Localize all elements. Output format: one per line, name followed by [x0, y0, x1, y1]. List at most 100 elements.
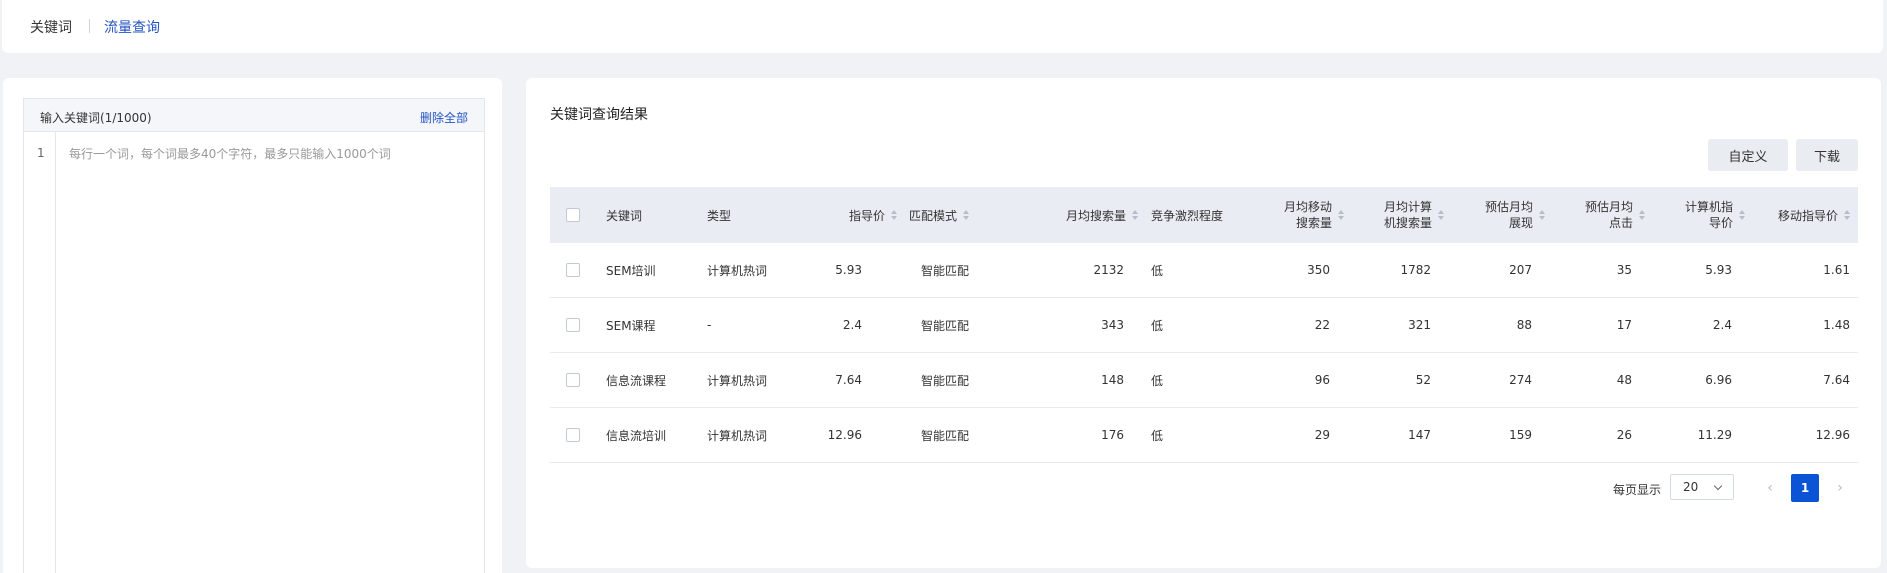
table-header: 关键词 类型 指导价 匹配模式 月均搜索量 竞争激烈程度 月均移动搜索量 月均计… [550, 187, 1858, 243]
cell-mobile-bid: 12.96 [1815, 428, 1850, 442]
header-competition: 竞争激烈程度 [1151, 208, 1224, 223]
header-mobile-bid[interactable]: 移动指导价 [1750, 187, 1850, 243]
cell-pc-search: 1782 [1400, 263, 1431, 277]
prev-page-button[interactable]: ‹ [1758, 475, 1782, 501]
cell-type: - [707, 318, 712, 332]
row-checkbox[interactable] [566, 373, 580, 387]
header-pc-bid[interactable]: 计算机指导价 [1655, 187, 1745, 243]
line-number: 1 [37, 146, 45, 160]
cell-est-impressions: 207 [1509, 263, 1532, 277]
sort-icon [1539, 210, 1545, 220]
top-tab-bar: 关键词 流量查询 [2, 0, 1883, 53]
cell-bid: 2.4 [842, 318, 862, 332]
results-table: 关键词 类型 指导价 匹配模式 月均搜索量 竞争激烈程度 月均移动搜索量 月均计… [550, 187, 1858, 463]
cell-est-clicks: 26 [1616, 428, 1632, 442]
header-bid[interactable]: 指导价 [798, 187, 897, 243]
cell-monthly-search: 343 [1101, 318, 1124, 332]
cell-mobile-bid: 1.48 [1823, 318, 1850, 332]
per-page-value: 20 [1683, 480, 1699, 494]
cell-monthly-search: 148 [1101, 373, 1124, 387]
header-bid-label: 指导价 [848, 208, 885, 223]
cell-est-impressions: 274 [1509, 373, 1532, 387]
header-monthly-search[interactable]: 月均搜索量 [1030, 187, 1138, 243]
cell-bid: 7.64 [835, 373, 862, 387]
header-est-clicks-label: 预估月均点击 [1584, 200, 1633, 230]
header-monthly-search-label: 月均搜索量 [1065, 208, 1126, 223]
header-pc-search-label: 月均计算机搜索量 [1383, 200, 1432, 230]
cell-est-impressions: 159 [1509, 428, 1532, 442]
cell-monthly-search: 176 [1101, 428, 1124, 442]
cell-pc-search: 321 [1408, 318, 1431, 332]
cell-bid: 12.96 [827, 428, 862, 442]
cell-type: 计算机热词 [707, 428, 768, 443]
cell-keyword: SEM培训 [606, 263, 656, 278]
cell-match: 智能匹配 [921, 263, 970, 278]
header-keyword: 关键词 [606, 208, 643, 223]
per-page-select[interactable]: 20 [1670, 474, 1734, 500]
cell-competition: 低 [1151, 318, 1164, 333]
header-est-impressions-label: 预估月均展现 [1484, 200, 1533, 230]
header-type: 类型 [707, 208, 732, 223]
keyword-editor-header: 输入关键词(1/1000) 删除全部 [24, 99, 484, 132]
cell-keyword: 信息流课程 [606, 373, 667, 388]
next-page-button[interactable]: › [1828, 475, 1852, 501]
header-est-impressions[interactable]: 预估月均展现 [1455, 187, 1545, 243]
cell-bid: 5.93 [835, 263, 862, 277]
cell-keyword: SEM课程 [606, 318, 656, 333]
keyword-editor: 输入关键词(1/1000) 删除全部 1 [23, 98, 485, 573]
cell-mobile-search: 22 [1314, 318, 1330, 332]
table-row: SEM培训 计算机热词 5.93 智能匹配 2132 低 350 1782 20… [550, 243, 1858, 298]
cell-competition: 低 [1151, 373, 1164, 388]
table-row: 信息流课程 计算机热词 7.64 智能匹配 148 低 96 52 274 48… [550, 353, 1858, 408]
header-match-label: 匹配模式 [909, 208, 958, 223]
table-row: SEM课程 - 2.4 智能匹配 343 低 22 321 88 17 2.4 … [550, 298, 1858, 353]
cell-mobile-search: 29 [1314, 428, 1330, 442]
keyword-input-panel: 输入关键词(1/1000) 删除全部 1 [3, 78, 502, 573]
header-mobile-search[interactable]: 月均移动搜索量 [1254, 187, 1344, 243]
keyword-textarea[interactable] [57, 132, 484, 573]
cell-keyword: 信息流培训 [606, 428, 667, 443]
results-title: 关键词查询结果 [550, 107, 648, 123]
cell-pc-search: 52 [1415, 373, 1431, 387]
sort-icon [1438, 210, 1444, 220]
cell-match: 智能匹配 [921, 428, 970, 443]
line-number-gutter: 1 [24, 132, 56, 573]
header-mobile-search-label: 月均移动搜索量 [1283, 200, 1332, 230]
sort-icon [1739, 210, 1745, 220]
cell-pc-bid: 6.96 [1705, 373, 1732, 387]
delete-all-button[interactable]: 删除全部 [420, 109, 468, 126]
tab-divider [89, 19, 90, 33]
cell-mobile-bid: 7.64 [1823, 373, 1850, 387]
cell-mobile-search: 350 [1307, 263, 1330, 277]
tab-traffic-query[interactable]: 流量查询 [104, 17, 160, 37]
cell-est-clicks: 35 [1616, 263, 1632, 277]
cell-mobile-bid: 1.61 [1823, 263, 1850, 277]
row-checkbox[interactable] [566, 263, 580, 277]
cell-pc-search: 147 [1408, 428, 1431, 442]
cell-monthly-search: 2132 [1093, 263, 1124, 277]
cell-competition: 低 [1151, 263, 1164, 278]
tab-keyword[interactable]: 关键词 [30, 17, 72, 37]
sort-icon [1639, 210, 1645, 220]
sort-icon [1844, 210, 1850, 220]
header-mobile-bid-label: 移动指导价 [1777, 208, 1838, 223]
cell-type: 计算机热词 [707, 373, 768, 388]
header-match[interactable]: 匹配模式 [909, 187, 970, 243]
chevron-down-icon [1713, 481, 1723, 491]
header-pc-search[interactable]: 月均计算机搜索量 [1354, 187, 1444, 243]
header-est-clicks[interactable]: 预估月均点击 [1555, 187, 1645, 243]
customize-button[interactable]: 自定义 [1708, 139, 1788, 171]
select-all-checkbox[interactable] [566, 208, 580, 222]
download-button[interactable]: 下载 [1796, 139, 1858, 171]
sort-icon [1338, 210, 1344, 220]
row-checkbox[interactable] [566, 318, 580, 332]
cell-est-impressions: 88 [1516, 318, 1532, 332]
row-select-cell [566, 243, 580, 297]
cell-pc-bid: 11.29 [1697, 428, 1732, 442]
cell-type: 计算机热词 [707, 263, 768, 278]
page-number-current[interactable]: 1 [1791, 474, 1819, 502]
cell-competition: 低 [1151, 428, 1164, 443]
sort-icon [963, 210, 970, 220]
cell-est-clicks: 48 [1616, 373, 1632, 387]
row-checkbox[interactable] [566, 428, 580, 442]
